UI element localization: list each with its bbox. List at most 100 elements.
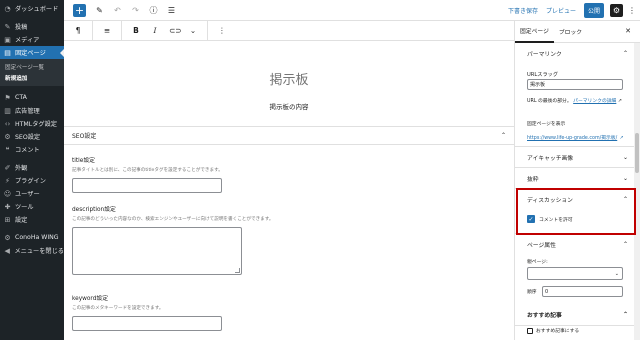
collapse-icon: ◀ — [4, 246, 10, 255]
recommended-panel-header[interactable]: おすすめ記事 ⌃ — [515, 304, 634, 324]
resize-handle-icon[interactable] — [235, 268, 240, 273]
more-options-button[interactable]: ⋮ — [628, 6, 636, 15]
link-button[interactable]: ⊂⊃ — [169, 26, 182, 35]
cta-icon: ⚑ — [4, 93, 11, 102]
tab-block[interactable]: ブロック — [554, 21, 587, 43]
menu-item-media[interactable]: ▣ メディア — [0, 33, 64, 46]
permalink-details-link[interactable]: パーマリンクの詳細 — [573, 99, 616, 104]
menu-item-appearance[interactable]: ✐ 外観 — [0, 161, 64, 174]
view-page-label: 固定ページを表示 — [527, 122, 566, 127]
appearance-icon: ✐ — [4, 163, 11, 172]
order-input[interactable]: 0 — [542, 286, 623, 297]
title-field-help: 記事タイトルとは別に、この記事のtitleタグを設定することができます。 — [72, 168, 223, 173]
submenu-all-pages[interactable]: 固定ページ一覧 — [0, 61, 64, 72]
seo-metabox-header[interactable]: SEO設定 ⌃ — [64, 127, 514, 145]
permalink-panel-header[interactable]: パーマリンク ⌃ — [515, 43, 634, 63]
menu-item-label: メディア — [15, 37, 40, 44]
info-icon: ⓘ — [149, 5, 158, 15]
menu-item-comments[interactable]: ❝ コメント — [0, 143, 64, 156]
menu-item-label: 投稿 — [15, 24, 28, 31]
excerpt-panel-header[interactable]: 抜粋 ⌄ — [515, 168, 634, 188]
details-button[interactable]: ⓘ — [149, 5, 158, 16]
seo-icon: ⚙ — [4, 132, 11, 141]
order-input-value: 0 — [545, 288, 549, 295]
block-options-button[interactable]: ⋮ — [217, 26, 227, 35]
redo-button[interactable]: ↷ — [131, 6, 140, 15]
list-view-button[interactable]: ☰ — [167, 6, 176, 15]
discussion-highlight-box — [516, 188, 636, 235]
close-icon[interactable]: ✕ — [625, 27, 631, 35]
title-field-label: title設定 — [72, 158, 95, 164]
menu-item-conoha-wing[interactable]: ⚙ ConoHa WING — [0, 231, 64, 244]
permalink-heading: パーマリンク — [527, 51, 562, 58]
preview-button[interactable]: プレビュー — [546, 6, 576, 15]
tab-page[interactable]: 固定ページ — [515, 21, 554, 43]
pencil-tool-button[interactable]: ✎ — [95, 6, 104, 15]
description-field-group: description設定 この記事のどういった内容なのか、検索エンジンやユーザ… — [72, 204, 502, 275]
bold-button[interactable]: B — [131, 26, 141, 35]
menu-item-html-tags[interactable]: ‹› HTMLタグ設定 — [0, 117, 64, 130]
comment-icon: ❝ — [5, 145, 10, 154]
menu-item-dashboard[interactable]: ◔ ダッシュボード — [0, 2, 64, 15]
menu-item-label: ツール — [15, 204, 34, 211]
italic-icon: I — [153, 26, 157, 35]
featured-image-panel-header[interactable]: アイキャッチ画像 ⌄ — [515, 147, 634, 167]
recommended-heading: おすすめ記事 — [527, 312, 562, 319]
post-title[interactable]: 掲示板 — [64, 69, 514, 88]
menu-item-label: ConoHa WING — [15, 234, 59, 241]
menu-item-seo[interactable]: ⚙ SEO設定 — [0, 130, 64, 143]
save-draft-button[interactable]: 下書き保存 — [508, 6, 538, 15]
post-content-paragraph[interactable]: 掲示板の内容 — [64, 101, 514, 111]
menu-item-label: 固定ページ — [15, 50, 46, 57]
seo-metabox-title: SEO設定 — [72, 133, 97, 140]
slug-input[interactable]: 掲示板 — [527, 79, 623, 90]
menu-item-label: 広告管理 — [15, 108, 40, 115]
menu-item-users[interactable]: ☺ ユーザー — [0, 187, 64, 200]
dashboard-icon: ◔ — [4, 4, 11, 13]
parent-page-select[interactable]: ⌄ — [527, 267, 623, 280]
title-field-group: title設定 記事タイトルとは別に、この記事のtitleタグを設定することがで… — [72, 155, 502, 193]
paragraph-block-button[interactable]: ¶ — [73, 26, 83, 35]
description-field-label: description設定 — [72, 207, 116, 213]
menu-item-label: メニューを閉じる — [14, 248, 65, 255]
plugin-icon: ⚡ — [5, 176, 10, 185]
italic-button[interactable]: I — [150, 26, 160, 35]
recommended-checkbox[interactable] — [527, 327, 533, 334]
page-attributes-heading: ページ属性 — [527, 242, 556, 249]
media-icon: ▣ — [4, 35, 11, 44]
menu-item-plugins[interactable]: ⚡ プラグイン — [0, 174, 64, 187]
undo-button[interactable]: ↶ — [113, 6, 122, 15]
page-attributes-panel-header[interactable]: ページ属性 ⌃ — [515, 234, 634, 254]
block-toolbar: ¶ ≡ B I ⊂⊃ ⌄ ⋮ — [64, 20, 514, 41]
title-input[interactable] — [72, 178, 222, 193]
keyword-field-help: この記事のメタキーワードを設定できます。 — [72, 306, 164, 311]
plus-icon: + — [74, 3, 85, 17]
menu-item-tools[interactable]: ✚ ツール — [0, 200, 64, 213]
menu-item-collapse[interactable]: ◀ メニューを閉じる — [0, 244, 64, 257]
description-textarea[interactable] — [72, 227, 242, 275]
menu-item-pages[interactable]: ▤ 固定ページ — [0, 46, 64, 59]
menu-item-posts[interactable]: ✎ 投稿 — [0, 20, 64, 33]
page-url-link[interactable]: https://www.life-up-grade.com/掲示板/ — [527, 136, 617, 141]
align-button[interactable]: ≡ — [102, 26, 112, 35]
chevron-up-icon: ⌃ — [622, 240, 628, 248]
publish-button[interactable]: 公開 — [583, 3, 604, 18]
more-formats-button[interactable]: ⌄ — [188, 26, 198, 35]
submenu-add-new[interactable]: 新規追加 — [0, 72, 64, 83]
featured-image-heading: アイキャッチ画像 — [527, 155, 574, 162]
menu-item-cta[interactable]: ⚑ CTA — [0, 91, 64, 104]
recommended-checkbox-label: おすすめ記事にする — [536, 329, 580, 334]
align-left-icon: ≡ — [103, 26, 111, 35]
ads-icon: ▥ — [4, 106, 11, 115]
permalink-panel: パーマリンク ⌃ URLスラッグ 掲示板 URL の最後の部分。 パーマリンクの… — [515, 43, 634, 147]
menu-item-settings[interactable]: ⊞ 設定 — [0, 213, 64, 226]
block-inserter-button[interactable]: + — [73, 3, 86, 17]
scrollbar-thumb[interactable] — [635, 133, 639, 173]
toolbar-divider — [92, 20, 93, 41]
settings-toggle-button[interactable]: ⚙ — [610, 4, 623, 17]
menu-item-ads[interactable]: ▥ 広告管理 — [0, 104, 64, 117]
menu-item-label: ダッシュボード — [15, 6, 59, 13]
chevron-up-icon: ⌃ — [622, 49, 628, 57]
keyword-input[interactable] — [72, 316, 222, 331]
excerpt-panel: 抜粋 ⌄ — [515, 168, 634, 189]
